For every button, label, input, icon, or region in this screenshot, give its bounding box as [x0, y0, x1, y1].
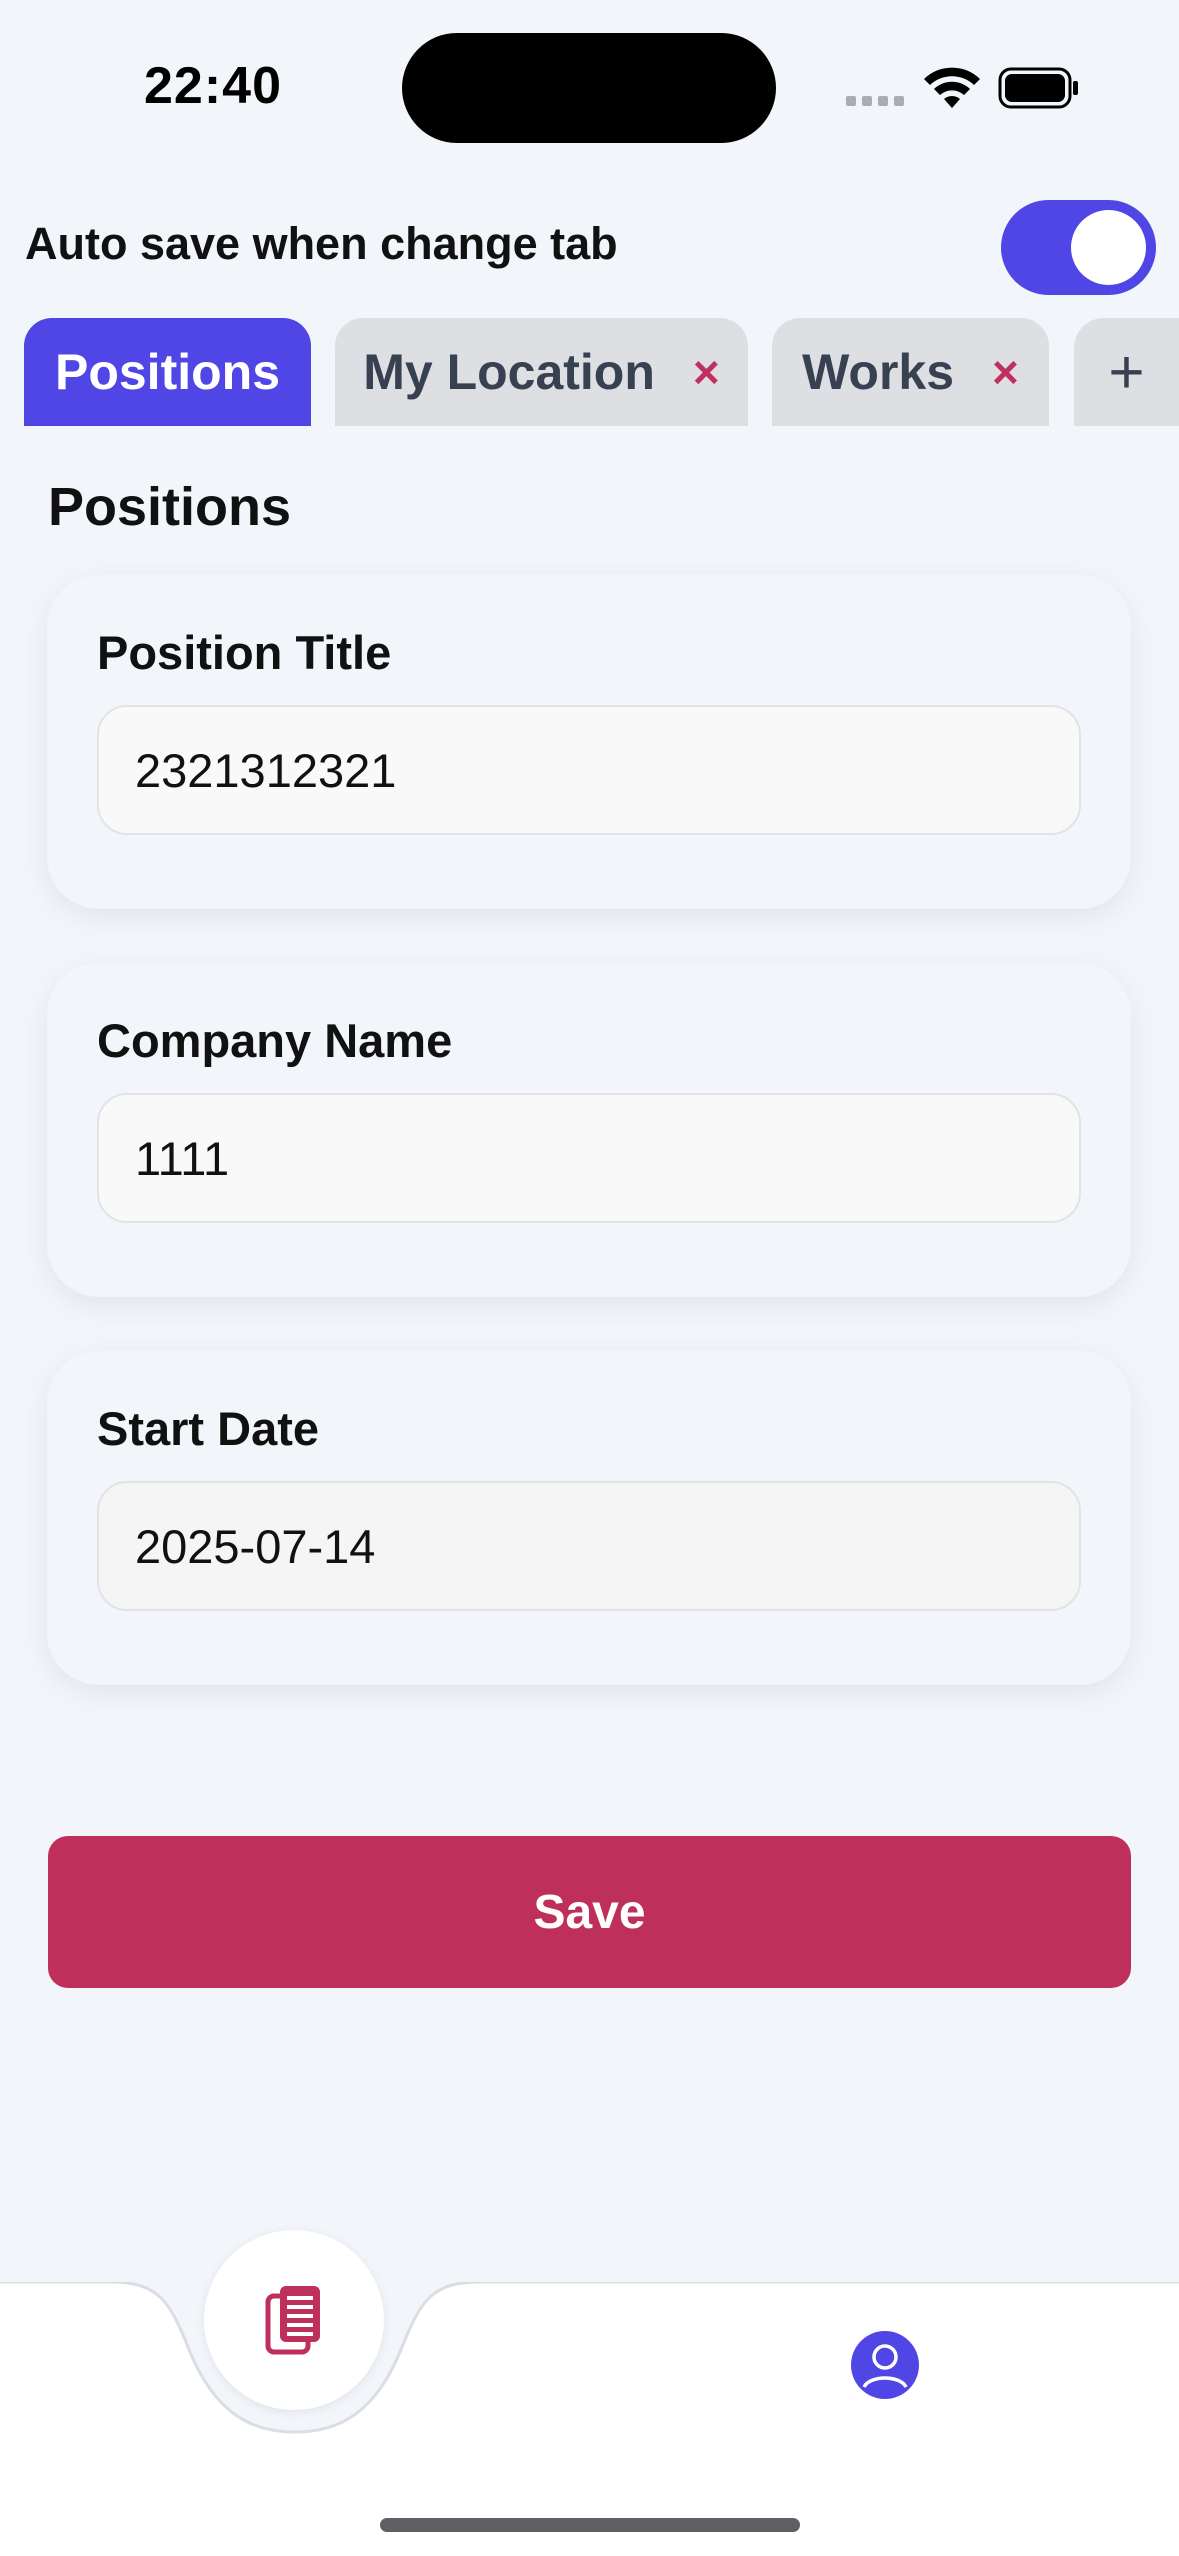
company-name-input[interactable]: 1111	[97, 1093, 1081, 1223]
toggle-knob	[1071, 210, 1146, 285]
start-date-card: Start Date 2025-07-14	[47, 1351, 1131, 1685]
position-title-card: Position Title 2321312321	[47, 575, 1131, 909]
bottom-nav	[0, 2282, 1179, 2556]
tab-works[interactable]: Works ×	[772, 318, 1049, 426]
nav-background	[0, 2282, 1179, 2556]
close-icon[interactable]: ×	[693, 345, 720, 399]
company-name-label: Company Name	[97, 1014, 453, 1067]
tab-label: Positions	[54, 344, 281, 400]
nav-documents-button[interactable]	[204, 2230, 384, 2410]
company-name-card: Company Name 1111	[47, 963, 1131, 1297]
tab-positions[interactable]: Positions	[24, 318, 311, 426]
documents-icon	[265, 2286, 320, 2355]
status-bar: 22:40	[0, 0, 1179, 170]
plus-icon: +	[1108, 337, 1145, 407]
home-indicator	[380, 2518, 800, 2532]
position-title-input[interactable]: 2321312321	[97, 705, 1081, 835]
section-title: Positions	[48, 477, 292, 537]
cellular-signal-icon	[846, 96, 904, 106]
start-date-input[interactable]: 2025-07-14	[97, 1481, 1081, 1611]
battery-icon	[998, 67, 1078, 109]
status-time: 22:40	[144, 57, 282, 115]
tab-my-location[interactable]: My Location ×	[335, 318, 748, 426]
add-tab-button[interactable]: +	[1074, 318, 1179, 426]
save-button[interactable]: Save	[48, 1836, 1131, 1988]
close-icon[interactable]: ×	[992, 345, 1019, 399]
profile-icon[interactable]	[850, 2330, 920, 2400]
dynamic-island	[402, 33, 776, 143]
auto-save-label: Auto save when change tab	[25, 218, 618, 269]
start-date-label: Start Date	[97, 1402, 320, 1455]
position-title-label: Position Title	[97, 626, 392, 679]
auto-save-toggle[interactable]	[1001, 200, 1156, 295]
tab-label: Works	[802, 344, 955, 400]
tab-bar: Positions My Location × Works × +	[0, 318, 1179, 426]
tab-label: My Location	[363, 344, 655, 400]
wifi-icon	[924, 67, 980, 108]
